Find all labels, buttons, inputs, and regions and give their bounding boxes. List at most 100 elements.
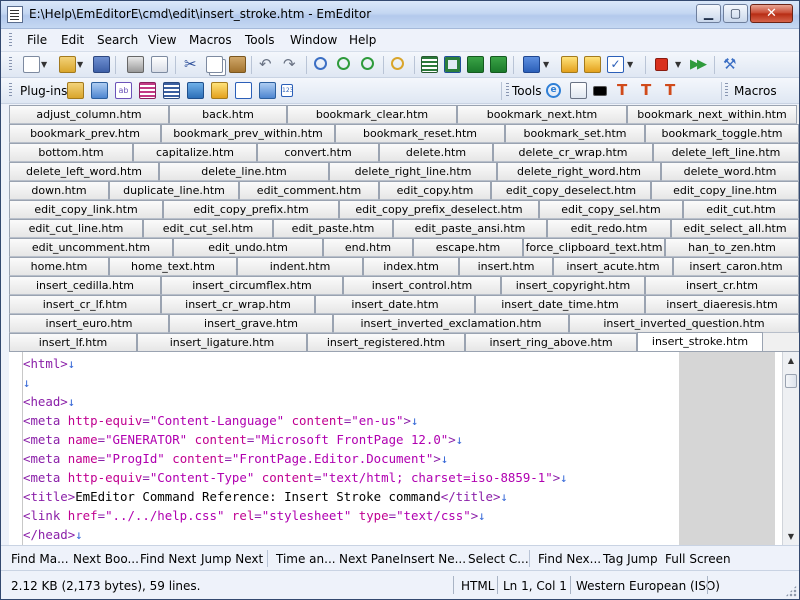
wrap-window-icon[interactable] — [444, 56, 461, 73]
toolbar-grip[interactable] — [9, 57, 12, 72]
tab[interactable]: home_text.htm — [109, 257, 237, 276]
undo-icon[interactable]: ↶ — [259, 56, 276, 73]
tab[interactable]: insert_diaeresis.htm — [645, 295, 799, 314]
title-bar[interactable]: E:\Help\EmEditorE\cmd\edit\insert_stroke… — [1, 1, 799, 29]
new-file-icon[interactable] — [23, 56, 40, 73]
tab[interactable]: insert_copyright.htm — [501, 276, 645, 295]
tab[interactable]: bookmark_next.htm — [457, 105, 627, 124]
tab[interactable]: insert_cr_lf.htm — [9, 295, 161, 314]
tab[interactable]: insert_circumflex.htm — [161, 276, 343, 295]
tab[interactable]: insert_caron.htm — [673, 257, 799, 276]
find-bar-icon[interactable] — [235, 82, 252, 99]
tab[interactable]: convert.htm — [257, 143, 379, 162]
tab-active[interactable]: insert_stroke.htm — [637, 332, 763, 353]
save-icon[interactable] — [93, 56, 110, 73]
status-encoding[interactable]: Western European (ISO) — [576, 579, 720, 593]
customize-icon[interactable] — [561, 56, 578, 73]
resize-grip[interactable] — [785, 585, 797, 597]
scroll-thumb[interactable] — [785, 374, 797, 388]
fkey-full-screen[interactable]: Full Screen — [665, 552, 731, 566]
tab[interactable]: insert_grave.htm — [169, 314, 333, 333]
tab[interactable]: bookmark_clear.htm — [287, 105, 457, 124]
dropdown-icon[interactable]: ▼ — [41, 56, 49, 73]
tab[interactable]: edit_cut.htm — [683, 200, 799, 219]
tab[interactable]: delete.htm — [379, 143, 493, 162]
copy-icon[interactable] — [206, 56, 223, 73]
tab[interactable]: delete_left_line.htm — [653, 143, 799, 162]
code-line[interactable]: <link href="../../help.css" rel="stylesh… — [23, 506, 678, 525]
dropdown-icon[interactable]: ▼ — [627, 56, 635, 73]
tab[interactable]: delete_left_word.htm — [9, 162, 159, 181]
tab[interactable]: edit_copy_link.htm — [9, 200, 163, 219]
tab[interactable]: edit_paste.htm — [273, 219, 393, 238]
tab[interactable]: bookmark_toggle.htm — [645, 124, 799, 143]
tab[interactable]: insert_euro.htm — [9, 314, 169, 333]
dropdown-icon[interactable]: ▼ — [77, 56, 85, 73]
fkey-select-char[interactable]: Select C... — [468, 552, 529, 566]
tab[interactable]: bookmark_set.htm — [505, 124, 645, 143]
open-icon[interactable] — [59, 56, 76, 73]
tab[interactable]: insert.htm — [459, 257, 553, 276]
tab[interactable]: capitalize.htm — [133, 143, 257, 162]
explorer-icon[interactable] — [211, 82, 228, 99]
word-wrap-icon[interactable] — [421, 56, 438, 73]
tab[interactable]: edit_paste_ansi.htm — [393, 219, 547, 238]
menu-file[interactable]: File — [27, 33, 47, 47]
code-line[interactable]: ↓ — [23, 373, 678, 392]
code-line[interactable]: <title>EmEditor Command Reference: Inser… — [23, 487, 678, 506]
fkey-tag-jump[interactable]: Tag Jump — [603, 552, 658, 566]
tab[interactable]: edit_redo.htm — [547, 219, 671, 238]
tab[interactable]: down.htm — [9, 181, 109, 200]
tab[interactable]: insert_cr.htm — [645, 276, 799, 295]
tab[interactable]: bottom.htm — [9, 143, 133, 162]
menubar-grip[interactable] — [9, 33, 12, 48]
checklist-icon[interactable]: ✓ — [607, 56, 624, 73]
vertical-scrollbar[interactable]: ▲ ▼ — [782, 352, 799, 545]
tab[interactable]: index.htm — [363, 257, 459, 276]
tab[interactable]: edit_copy_deselect.htm — [491, 181, 651, 200]
menu-tools[interactable]: Tools — [245, 33, 275, 47]
snippets-icon[interactable] — [163, 82, 180, 99]
text-editor[interactable]: <html>↓ ↓ <head>↓ <meta http-equiv="Content… — [9, 351, 799, 545]
tab[interactable]: end.htm — [323, 238, 413, 257]
tab[interactable]: insert_cedilla.htm — [9, 276, 161, 295]
pin-icon[interactable]: T — [617, 82, 634, 99]
code-line[interactable]: <meta http-equiv="Content-Language" cont… — [23, 411, 678, 430]
code-line[interactable]: <meta http-equiv="Content-Type" content=… — [23, 468, 678, 487]
fkey-jump-next[interactable]: Jump Next — [201, 552, 263, 566]
tab[interactable]: insert_date_time.htm — [475, 295, 645, 314]
tab[interactable]: bookmark_next_within.htm — [627, 105, 797, 124]
code-line[interactable]: <html>↓ — [23, 354, 678, 373]
tab[interactable]: edit_undo.htm — [173, 238, 323, 257]
tab[interactable]: insert_cr_wrap.htm — [161, 295, 315, 314]
toolbar-grip[interactable] — [725, 83, 728, 98]
menu-view[interactable]: View — [148, 33, 176, 47]
code-line[interactable]: </head>↓ — [23, 525, 678, 544]
fkey-time-and-date[interactable]: Time an... — [276, 552, 336, 566]
menu-help[interactable]: Help — [349, 33, 376, 47]
tab[interactable]: insert_ligature.htm — [137, 333, 307, 352]
tab[interactable]: force_clipboard_text.htm — [523, 238, 665, 257]
fkey-insert-new[interactable]: Insert Ne... — [400, 552, 466, 566]
fkey-find-marked[interactable]: Find Ma... — [11, 552, 69, 566]
app-icon[interactable] — [7, 6, 23, 23]
ie-icon[interactable]: e — [546, 83, 561, 98]
tab[interactable]: insert_registered.htm — [307, 333, 465, 352]
find-prev-icon[interactable] — [361, 57, 374, 70]
command-prompt-icon[interactable] — [593, 86, 607, 96]
tab[interactable]: home.htm — [9, 257, 109, 276]
maximize-button[interactable]: ▢ — [723, 4, 748, 23]
minimize-button[interactable]: ▁ — [696, 4, 721, 23]
tab[interactable]: edit_uncomment.htm — [9, 238, 173, 257]
dropdown-icon[interactable]: ▼ — [675, 56, 683, 73]
pin-icon[interactable]: T — [641, 82, 658, 99]
toolbar-grip[interactable] — [9, 83, 12, 98]
fkey-find-next-word[interactable]: Find Nex... — [538, 552, 601, 566]
tab[interactable]: back.htm — [169, 105, 287, 124]
word-complete-icon[interactable] — [259, 82, 276, 99]
fkey-next-bookmark[interactable]: Next Boo... — [73, 552, 139, 566]
wrap-page-icon[interactable] — [467, 56, 484, 73]
code-line[interactable]: <meta name="GENERATOR" content="Microsof… — [23, 430, 678, 449]
code-line[interactable]: <head>↓ — [23, 392, 678, 411]
tab[interactable]: duplicate_line.htm — [109, 181, 239, 200]
